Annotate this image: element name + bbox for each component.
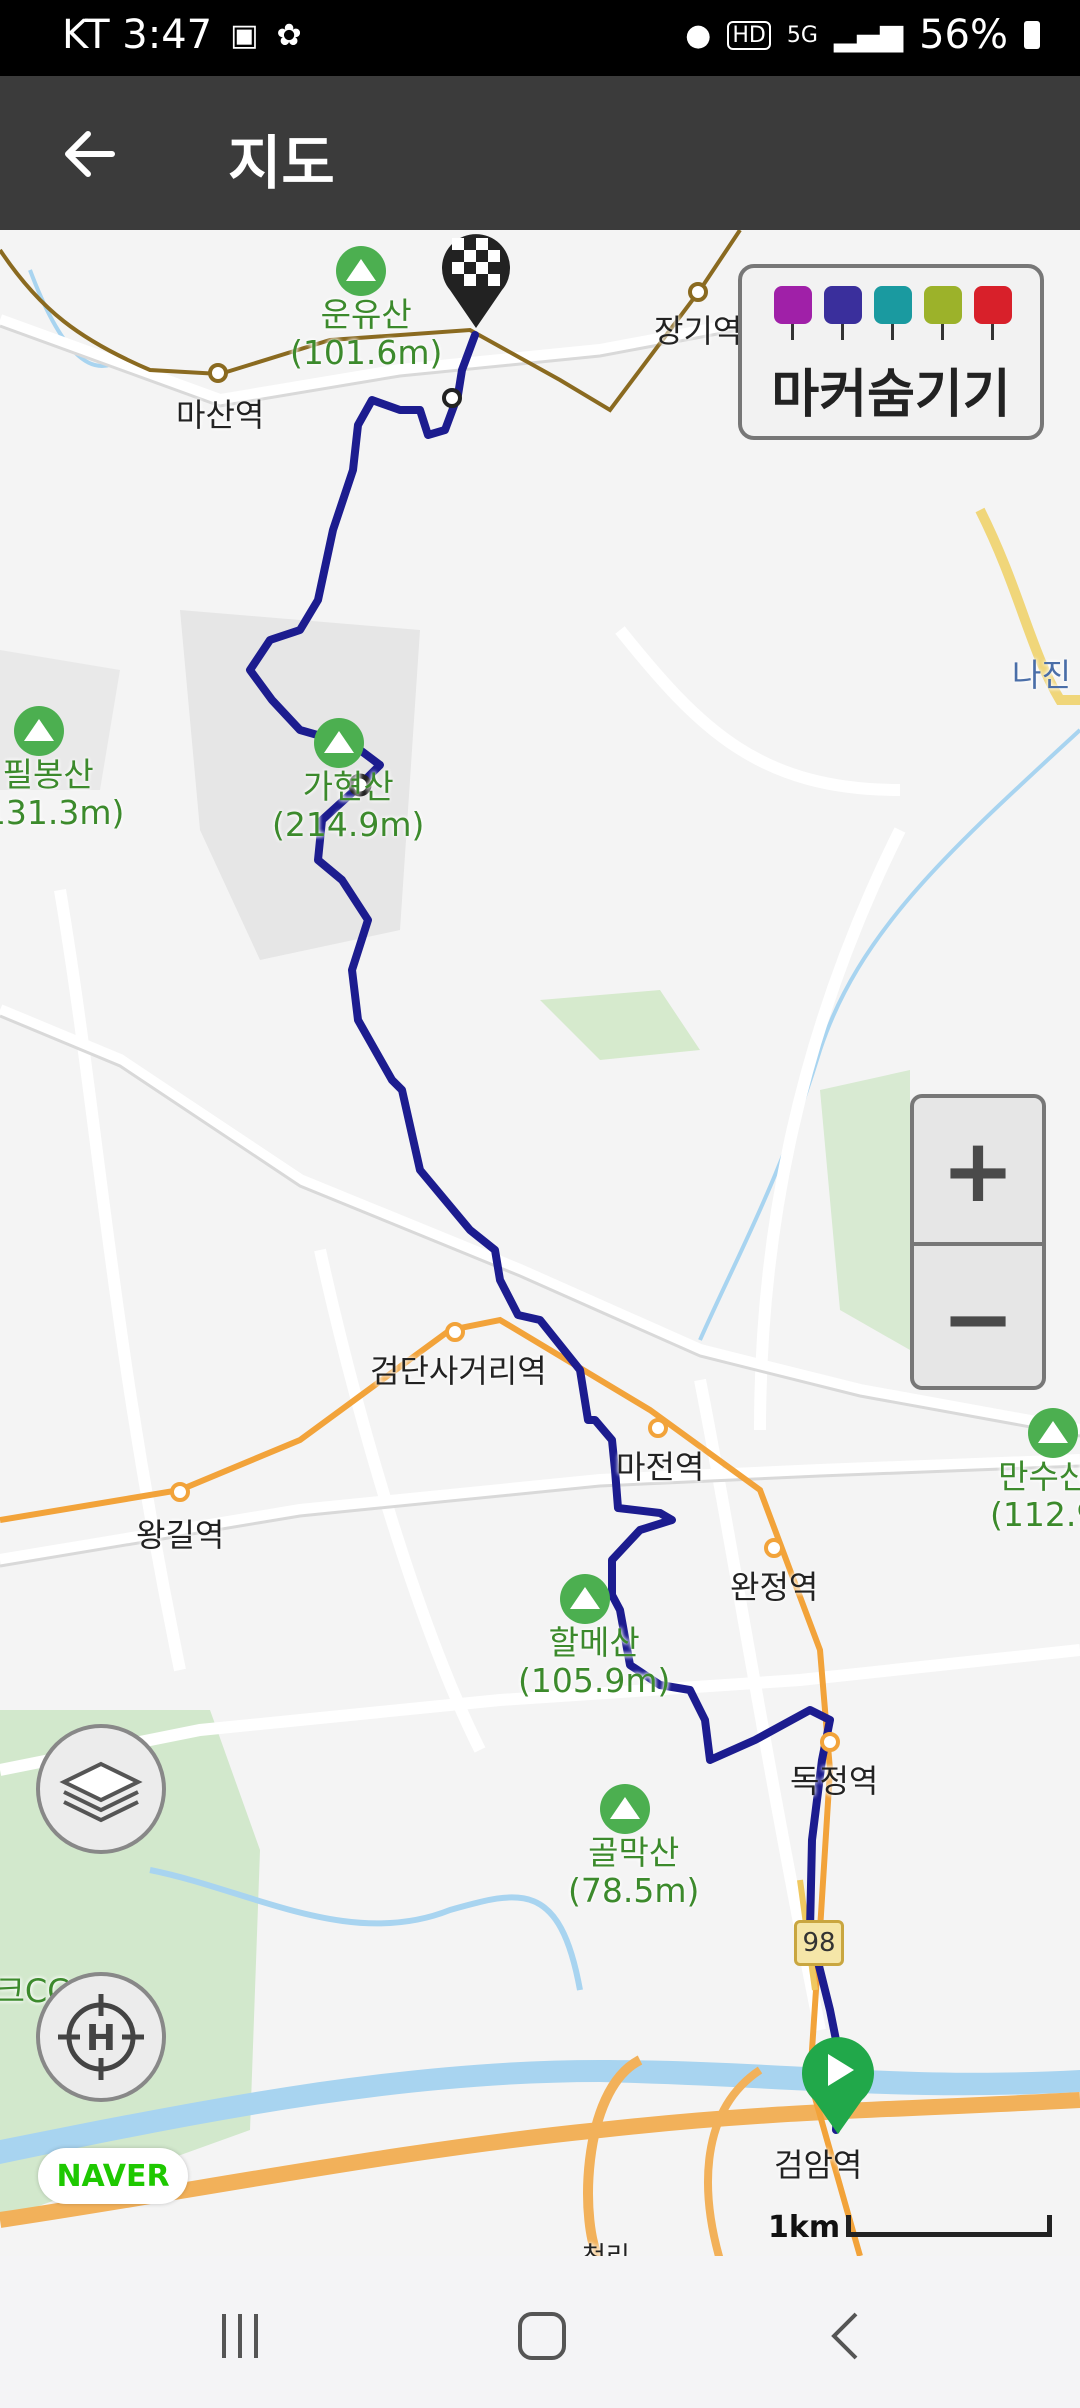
system-nav-bar [0, 2256, 1080, 2408]
status-left: KT 3:47 ▣ ✿ [62, 12, 302, 58]
park-area [540, 990, 700, 1060]
waypoint-marker [442, 388, 462, 408]
5g-icon: 5G [786, 22, 818, 48]
place-label-masan: 마산역 [176, 396, 265, 434]
mountain-height: (131.3m) [0, 793, 125, 832]
camera-icon [774, 286, 812, 340]
place-label-wanggil: 왕길역 [136, 1516, 225, 1554]
place-label-geomdan: 검단사거리역 [370, 1352, 547, 1390]
marker-hide-label: 마커숨기기 [771, 365, 1011, 425]
battery-icon [1024, 21, 1040, 49]
place-label-wanjeong: 완정역 [730, 1568, 819, 1606]
mountain-label: 골막산 (78.5m) [568, 1834, 699, 1910]
mountain-name: 할메산 [548, 1623, 640, 1662]
mountain-height: (112.9 [990, 1495, 1080, 1534]
mountain-name: 골막산 [588, 1833, 680, 1872]
status-right: ● HD 5G ▂▄▆ 56% [685, 12, 1040, 58]
marker-icons [774, 286, 1012, 340]
place-label-geomam: 검암역 [774, 2146, 863, 2184]
mountain-name: 만수산 [998, 1457, 1080, 1496]
marker-hide-button[interactable]: 마커숨기기 [738, 264, 1044, 440]
road-98-badge: 98 [794, 1920, 844, 1966]
crosshair-icon: H [58, 1994, 144, 2080]
system-back-button[interactable] [806, 2296, 886, 2376]
recents-button[interactable] [200, 2296, 280, 2376]
mountain-icon [14, 706, 64, 756]
scale-bar [846, 2215, 1052, 2237]
app-bar: 지도 [0, 76, 1080, 230]
mountain-icon [600, 1784, 650, 1834]
home-button[interactable] [502, 2296, 582, 2376]
mountain-label: 할메산 (105.9m) [518, 1624, 670, 1700]
arrow-left-icon [65, 131, 115, 177]
start-marker-icon[interactable] [796, 2030, 880, 2140]
walk-icon: ✿ [276, 17, 302, 53]
zoom-in-button[interactable]: + [914, 1098, 1042, 1246]
place-label-dokjeong: 독정역 [790, 1762, 879, 1800]
note-icon [924, 286, 962, 340]
video-icon [824, 286, 862, 340]
mountain-icon [314, 718, 364, 768]
svg-text:H: H [86, 2018, 116, 2059]
chevron-left-icon [831, 2312, 858, 2360]
mountain-label: 가현산 (214.9m) [272, 768, 424, 844]
layers-button[interactable] [36, 1724, 166, 1854]
mountain-height: (105.9m) [518, 1661, 671, 1700]
locate-button[interactable]: H [36, 1972, 166, 2102]
mountain-name: 필봉산 [2, 755, 94, 794]
mountain-icon [560, 1574, 610, 1624]
image-icon: ▣ [230, 17, 259, 53]
place-label-majeon: 마전역 [616, 1448, 705, 1486]
scale-label: 1km [768, 2210, 841, 2245]
signal-icon: ▂▄▆ [833, 17, 904, 53]
mountain-icon [1028, 1408, 1078, 1458]
page-title: 지도 [228, 129, 335, 197]
naver-logo: NAVER [38, 2148, 188, 2204]
battery-text: 56% [919, 12, 1008, 58]
finish-flag-icon[interactable] [436, 230, 516, 330]
mountain-height: (214.9m) [272, 805, 425, 844]
mountain-label: 필봉산 (131.3m) [0, 756, 124, 832]
mountain-height: (101.6m) [290, 333, 443, 372]
highway-ramp [583, 2055, 643, 2256]
back-button[interactable] [58, 122, 122, 186]
place-label-najin: 나진 [1012, 656, 1071, 694]
status-bar: KT 3:47 ▣ ✿ ● HD 5G ▂▄▆ 56% [0, 0, 1080, 76]
mountain-name: 운유산 [320, 295, 412, 334]
hd-icon: HD [727, 20, 771, 50]
mountain-label: 만수산 (112.9 [990, 1458, 1080, 1534]
station-dots [170, 282, 840, 1752]
highway-ramp-2 [704, 2066, 763, 2256]
mountain-name: 가현산 [302, 767, 394, 806]
zoom-controls: + − [910, 1094, 1046, 1390]
mountain-label: 운유산 (101.6m) [290, 296, 442, 372]
place-label-bottom: 천리 [582, 2236, 630, 2256]
forest-area-2 [820, 1070, 910, 1350]
recents-icon [222, 2314, 258, 2358]
zoom-out-button[interactable]: − [914, 1246, 1042, 1386]
location-icon: ● [685, 17, 712, 53]
mic-icon [874, 286, 912, 340]
place-label-janggi: 장기역 [654, 312, 743, 350]
layers-icon [59, 1761, 143, 1823]
status-carrier-time: KT 3:47 [62, 12, 213, 58]
flag-icon [974, 286, 1012, 340]
mountain-height: (78.5m) [568, 1871, 700, 1910]
home-icon [518, 2312, 566, 2360]
mountain-icon [336, 246, 386, 296]
map-view[interactable]: 마산역 장기역 나진 검단사거리역 마전역 왕길역 완정역 독정역 검암역 파크… [0, 230, 1080, 2256]
